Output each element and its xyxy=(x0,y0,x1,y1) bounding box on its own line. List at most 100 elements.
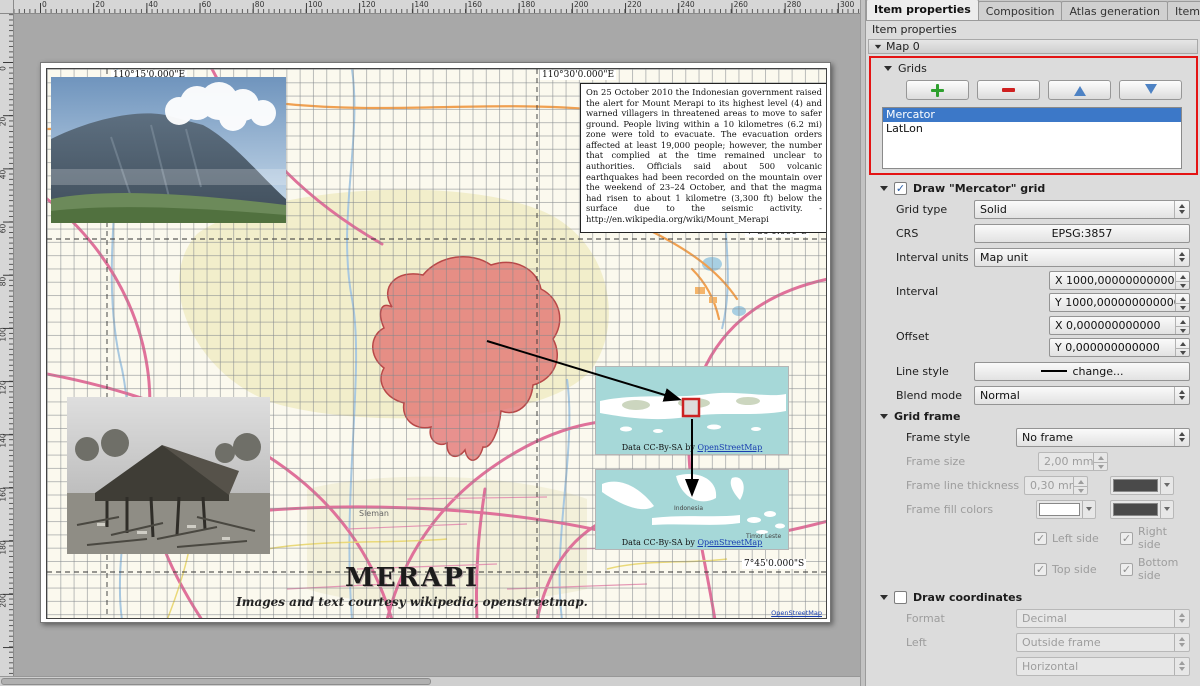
dropdown-arrow-icon xyxy=(1160,477,1173,494)
collapse-arrow-icon[interactable] xyxy=(884,66,892,75)
frame-style-label: Frame style xyxy=(906,431,1012,444)
right-side-checkbox xyxy=(1120,532,1133,545)
horizontal-scrollbar-handle[interactable] xyxy=(1,678,431,685)
remove-grid-button[interactable] xyxy=(977,80,1040,100)
spinner-arrows-icon[interactable] xyxy=(1175,294,1189,311)
item-label: Map 0 xyxy=(886,40,920,53)
draw-coordinates-checkbox[interactable] xyxy=(894,591,907,604)
dropdown-arrows-icon xyxy=(1174,634,1189,651)
collapse-arrow-icon[interactable] xyxy=(880,595,888,604)
inset1-credit: Data CC-By-SA by OpenStreetMap xyxy=(596,443,788,452)
coordinate-label-lat-lower: 7°45'0.000"S xyxy=(742,559,806,569)
article-text-item[interactable]: On 25 October 2010 the Indonesian govern… xyxy=(580,83,827,233)
collapse-arrow-icon[interactable] xyxy=(875,45,881,52)
left-side-checkbox xyxy=(1034,532,1047,545)
left-label: Left xyxy=(906,636,1012,649)
color-swatch xyxy=(1113,503,1158,516)
grid-type-label: Grid type xyxy=(896,203,970,216)
map-subtitle[interactable]: Images and text courtesy wikipedia, open… xyxy=(212,595,612,609)
interval-units-label: Interval units xyxy=(896,251,970,264)
up-arrow-icon xyxy=(1074,80,1086,96)
tab-items[interactable]: Items xyxy=(1167,1,1200,20)
dropdown-arrows-icon xyxy=(1174,610,1189,627)
tab-composition[interactable]: Composition xyxy=(978,1,1063,20)
map-item[interactable]: 110°15'0.000"E 110°30'0.000"E 7°30'0.000… xyxy=(46,68,827,619)
tab-atlas-generation[interactable]: Atlas generation xyxy=(1061,1,1168,20)
dropdown-arrows-icon xyxy=(1174,387,1189,404)
draw-grid-header: Draw "Mercator" grid xyxy=(913,182,1045,195)
dropdown-arrow-icon xyxy=(1082,501,1095,518)
interval-x-input[interactable]: X 1000,000000000000 xyxy=(1049,271,1190,290)
place-label-sleman: Sleman xyxy=(359,509,389,518)
format-label: Format xyxy=(906,612,1012,625)
openstreetmap-link-2[interactable]: OpenStreetMap xyxy=(697,538,762,547)
collapse-arrow-icon[interactable] xyxy=(880,414,888,423)
offset-y-input[interactable]: Y 0,000000000000 xyxy=(1049,338,1190,357)
article-text: On 25 October 2010 the Indonesian govern… xyxy=(586,87,822,224)
blend-mode-select[interactable]: Normal xyxy=(974,386,1190,405)
horizontal-scrollbar[interactable] xyxy=(0,676,860,686)
osm-attribution: OpenStreetMap xyxy=(771,609,822,617)
openstreetmap-link[interactable]: OpenStreetMap xyxy=(697,443,762,452)
dropdown-arrows-icon xyxy=(1174,249,1189,266)
top-side-checkbox xyxy=(1034,563,1047,576)
dropdown-arrows-icon xyxy=(1174,429,1189,446)
grid-list[interactable]: Mercator LatLon xyxy=(882,107,1182,169)
inset2-label-indonesia: Indonesia xyxy=(674,505,703,512)
interval-label: Interval xyxy=(896,285,970,298)
volcano-photo[interactable] xyxy=(51,77,286,223)
spinner-arrows-icon[interactable] xyxy=(1175,272,1189,289)
interval-y-input[interactable]: Y 1000,000000000000 xyxy=(1049,293,1190,312)
frame-thickness-label: Frame line thickness xyxy=(906,479,1024,492)
paper-sheet[interactable]: 110°15'0.000"E 110°30'0.000"E 7°30'0.000… xyxy=(40,62,831,623)
add-grid-button[interactable] xyxy=(906,80,969,100)
ruler-top: 0204060801001201401601802002202402602803… xyxy=(14,0,860,14)
frame-thickness-input: 0,30 mm xyxy=(1024,476,1088,495)
grids-section: Grids Mercator LatLon xyxy=(870,57,1196,175)
ruler-corner xyxy=(0,0,14,14)
line-style-label: Line style xyxy=(896,365,970,378)
grid-frame-header: Grid frame xyxy=(894,410,960,423)
draw-coordinates-header: Draw coordinates xyxy=(913,591,1022,604)
panel-title: Item properties xyxy=(866,21,1200,38)
tab-item-properties[interactable]: Item properties xyxy=(866,0,979,20)
inset-map-java[interactable]: Data CC-By-SA by OpenStreetMap xyxy=(595,366,789,455)
line-style-button[interactable]: change... xyxy=(974,362,1190,381)
frame-line-color-button xyxy=(1110,476,1174,495)
house-photo-art xyxy=(67,397,270,554)
spinner-arrows-icon[interactable] xyxy=(1175,317,1189,334)
frame-fill-color1-button xyxy=(1036,500,1096,519)
color-swatch xyxy=(1113,479,1158,492)
draw-grid-checkbox[interactable] xyxy=(894,182,907,195)
spinner-arrows-icon xyxy=(1093,453,1107,470)
spinner-arrows-icon[interactable] xyxy=(1175,339,1189,356)
composition-canvas[interactable]: 110°15'0.000"E 110°30'0.000"E 7°30'0.000… xyxy=(14,14,860,666)
frame-size-label: Frame size xyxy=(906,455,1012,468)
collapse-arrow-icon[interactable] xyxy=(880,186,888,195)
color-swatch xyxy=(1039,503,1080,516)
frame-fill-label: Frame fill colors xyxy=(906,503,1012,516)
move-grid-up-button[interactable] xyxy=(1048,80,1111,100)
offset-x-input[interactable]: X 0,000000000000 xyxy=(1049,316,1190,335)
interval-units-select[interactable]: Map unit xyxy=(974,248,1190,267)
spinner-arrows-icon xyxy=(1073,477,1087,494)
inset2-credit: Data CC-By-SA by OpenStreetMap xyxy=(596,538,788,547)
move-grid-down-button[interactable] xyxy=(1119,80,1182,100)
ruler-left: 020406080100120140160180200 xyxy=(0,14,14,676)
volcano-photo-art xyxy=(51,77,286,223)
frame-style-select[interactable]: No frame xyxy=(1016,428,1190,447)
grid-list-item-latlon[interactable]: LatLon xyxy=(883,122,1181,136)
left-position-select: Outside frame xyxy=(1016,633,1190,652)
blend-mode-label: Blend mode xyxy=(896,389,970,402)
line-style-swatch xyxy=(1041,370,1067,372)
inset-map-java-art xyxy=(596,367,789,455)
minus-icon xyxy=(1002,88,1015,92)
destroyed-house-photo[interactable] xyxy=(67,397,270,554)
grid-type-select[interactable]: Solid xyxy=(974,200,1190,219)
composer-area: 0204060801001201401601802002202402602803… xyxy=(0,0,860,686)
inset-map-indonesia[interactable]: Indonesia Timor Leste Data CC-By-SA by O… xyxy=(595,469,789,550)
grid-list-item-mercator[interactable]: Mercator xyxy=(883,108,1181,122)
map-title[interactable]: MERAPI xyxy=(262,563,562,593)
grids-header: Grids xyxy=(898,62,927,75)
crs-button[interactable]: EPSG:3857 xyxy=(974,224,1190,243)
